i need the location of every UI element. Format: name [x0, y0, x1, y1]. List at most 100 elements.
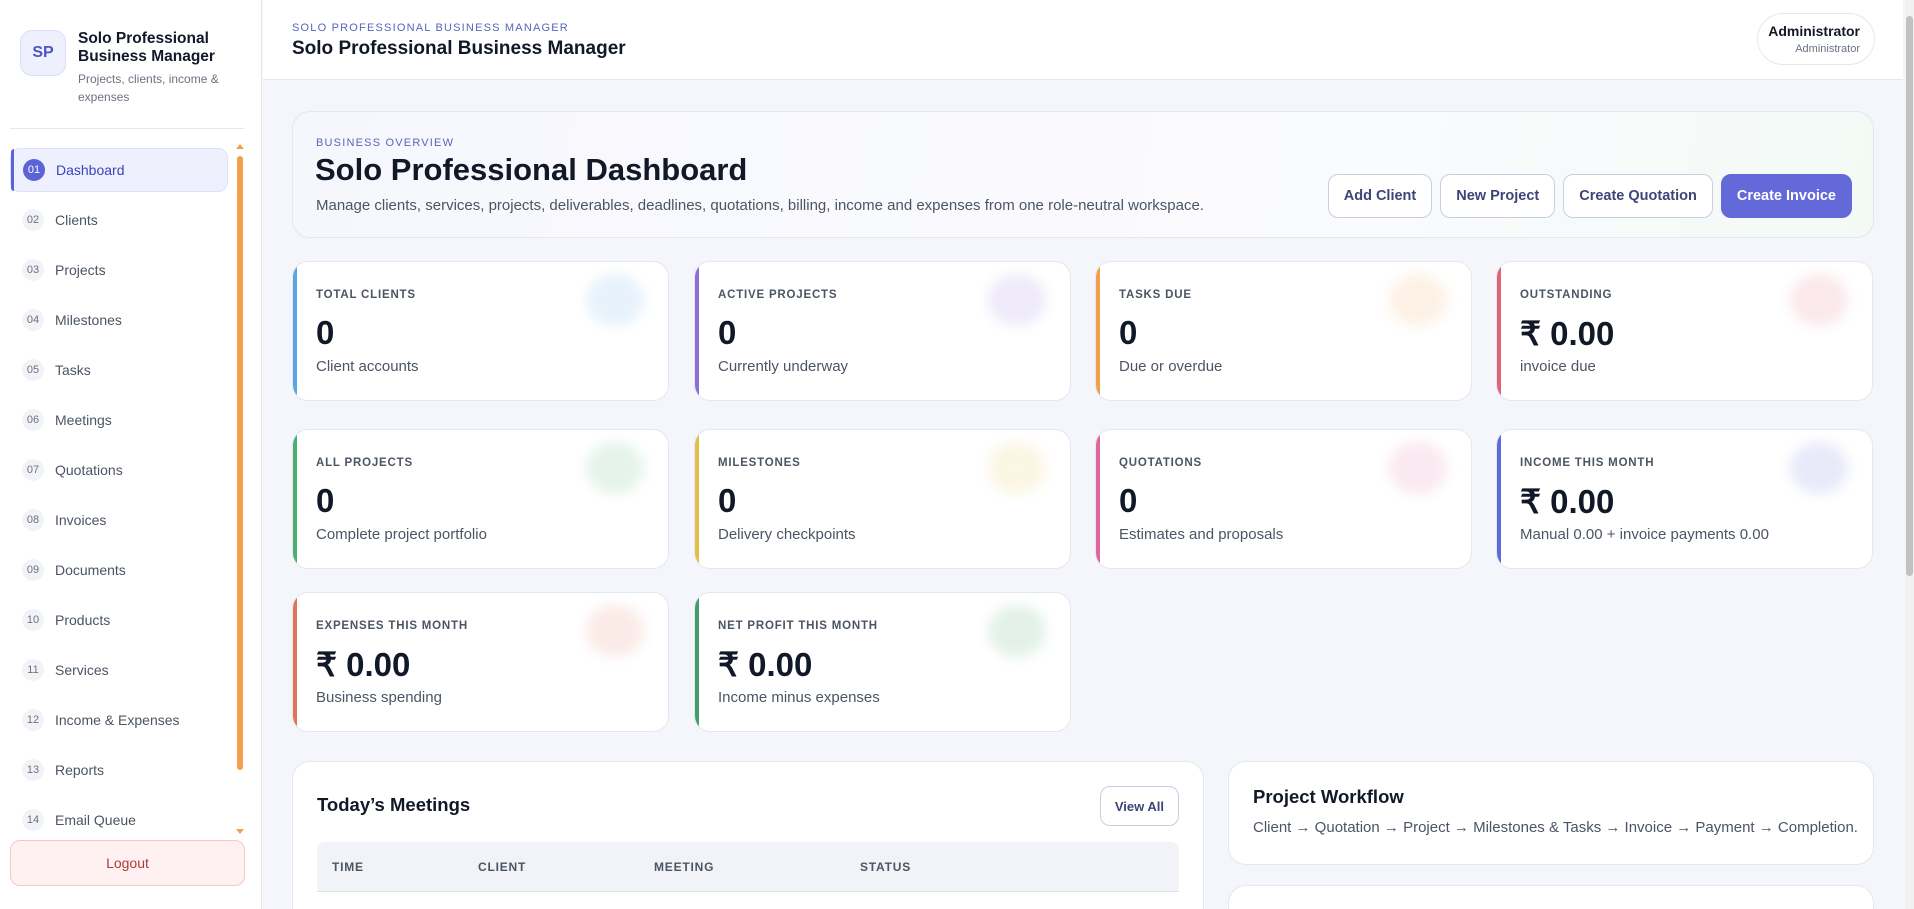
secondary-panel [1228, 885, 1874, 909]
card-accent [1497, 262, 1501, 400]
logout-button[interactable]: Logout [10, 840, 245, 886]
sidebar-scrollbar[interactable] [237, 156, 243, 770]
stat-label: QUOTATIONS [1119, 457, 1202, 469]
sidebar-item-tasks[interactable]: 05 Tasks [10, 348, 228, 392]
card-glow [988, 605, 1046, 657]
stat-caption: Complete project portfolio [316, 526, 487, 543]
stat-value: 0 [1119, 482, 1138, 519]
sidebar-item-label: Dashboard [56, 162, 125, 178]
stat-card-total-clients[interactable]: TOTAL CLIENTS 0 Client accounts [292, 261, 669, 401]
column-header-meeting[interactable]: MEETING [654, 860, 714, 874]
sidebar-item-label: Income & Expenses [55, 712, 180, 728]
stat-card-milestones[interactable]: MILESTONES 0 Delivery checkpoints [694, 429, 1071, 569]
sidebar-scroll-down-arrow[interactable] [236, 829, 244, 834]
stat-card-income-this-month[interactable]: INCOME THIS MONTH ₹ 0.00 Manual 0.00 + inv… [1496, 429, 1873, 569]
meetings-table-header: TIME CLIENT MEETING STATUS [317, 842, 1179, 892]
hero-description: Manage clients, services, projects, deli… [316, 197, 1204, 214]
user-menu[interactable]: Administrator Administrator [1757, 13, 1875, 65]
create-invoice-button[interactable]: Create Invoice [1720, 174, 1852, 218]
sidebar-item-invoices[interactable]: 08 Invoices [10, 498, 228, 542]
card-glow [1790, 442, 1848, 494]
stat-caption: Estimates and proposals [1119, 526, 1284, 543]
card-accent [1096, 430, 1100, 568]
sidebar-item-number: 08 [22, 509, 44, 531]
topbar-title: Solo Professional Business Manager [292, 38, 626, 59]
sidebar-item-number: 05 [22, 359, 44, 381]
stat-caption: Client accounts [316, 358, 419, 375]
stat-label: OUTSTANDING [1520, 289, 1613, 301]
stat-label: EXPENSES THIS MONTH [316, 620, 468, 632]
sidebar-item-products[interactable]: 10 Products [10, 598, 228, 642]
sidebar-item-reports[interactable]: 13 Reports [10, 748, 228, 792]
sidebar-nav: 01 Dashboard 02 Clients 03 Projects 04 Mileston… [10, 148, 228, 848]
column-header-time[interactable]: TIME [332, 860, 364, 874]
sidebar-item-clients[interactable]: 02 Clients [10, 198, 228, 242]
stat-value: 0 [718, 314, 737, 351]
column-header-status[interactable]: STATUS [860, 860, 911, 874]
stat-label: TOTAL CLIENTS [316, 289, 416, 301]
stat-caption: Income minus expenses [718, 689, 880, 706]
main-scrollbar-thumb[interactable] [1906, 16, 1913, 576]
stat-value: ₹ 0.00 [316, 646, 411, 683]
stat-card-all-projects[interactable]: ALL PROJECTS 0 Complete project portfolio [292, 429, 669, 569]
stat-value: ₹ 0.00 [1520, 483, 1615, 520]
stat-label: TASKS DUE [1119, 289, 1192, 301]
topbar-eyebrow: SOLO PROFESSIONAL BUSINESS MANAGER [292, 22, 569, 34]
meetings-title: Today’s Meetings [317, 794, 471, 815]
sidebar-item-label: Meetings [55, 412, 112, 428]
card-glow [988, 442, 1046, 494]
sidebar-item-number: 04 [22, 309, 44, 331]
stat-card-tasks-due[interactable]: TASKS DUE 0 Due or overdue [1095, 261, 1472, 401]
sidebar-item-number: 12 [22, 709, 44, 731]
topbar: SOLO PROFESSIONAL BUSINESS MANAGER Solo … [263, 0, 1903, 80]
stat-label: INCOME THIS MONTH [1520, 457, 1655, 469]
stat-card-outstanding[interactable]: OUTSTANDING ₹ 0.00 invoice due [1496, 261, 1873, 401]
stat-value: ₹ 0.00 [718, 646, 813, 683]
sidebar-scroll-up-arrow[interactable] [236, 144, 244, 149]
card-accent [1096, 262, 1100, 400]
sidebar-item-number: 11 [22, 659, 44, 681]
sidebar-item-milestones[interactable]: 04 Milestones [10, 298, 228, 342]
sidebar-item-quotations[interactable]: 07 Quotations [10, 448, 228, 492]
sidebar-item-label: Products [55, 612, 111, 628]
stat-card-net-profit-this-month[interactable]: NET PROFIT THIS MONTH ₹ 0.00 Income minus … [694, 592, 1071, 732]
new-project-button[interactable]: New Project [1440, 174, 1556, 218]
card-accent [293, 430, 297, 568]
sidebar-item-services[interactable]: 11 Services [10, 648, 228, 692]
stat-caption: Manual 0.00 + invoice payments 0.00 [1520, 526, 1769, 543]
user-name: Administrator [1768, 23, 1860, 39]
stat-caption: Delivery checkpoints [718, 526, 856, 543]
stat-value: 0 [316, 314, 335, 351]
create-quotation-button[interactable]: Create Quotation [1563, 174, 1713, 218]
meetings-panel: Today’s Meetings View All TIME CLIENT ME… [292, 761, 1204, 909]
sidebar-item-number: 10 [22, 609, 44, 631]
sidebar-item-number: 13 [22, 759, 44, 781]
stat-card-active-projects[interactable]: ACTIVE PROJECTS 0 Currently underway [694, 261, 1071, 401]
sidebar-item-income-expenses[interactable]: 12 Income & Expenses [10, 698, 228, 742]
stat-caption: invoice due [1520, 358, 1596, 375]
sidebar-item-label: Reports [55, 762, 105, 778]
stat-card-quotations[interactable]: QUOTATIONS 0 Estimates and proposals [1095, 429, 1472, 569]
sidebar-item-documents[interactable]: 09 Documents [10, 548, 228, 592]
sidebar-item-label: Clients [55, 212, 98, 228]
stat-value: 0 [718, 482, 737, 519]
sidebar-item-number: 01 [23, 159, 45, 181]
sidebar: SP Solo Professional Business Manager Pr… [0, 0, 262, 909]
view-all-meetings-button[interactable]: View All [1099, 786, 1179, 826]
stat-label: ACTIVE PROJECTS [718, 289, 838, 301]
add-client-button[interactable]: Add Client [1327, 174, 1433, 218]
sidebar-item-number: 06 [22, 409, 44, 431]
sidebar-item-projects[interactable]: 03 Projects [10, 248, 228, 292]
sidebar-item-dashboard[interactable]: 01 Dashboard [10, 148, 228, 192]
sidebar-item-meetings[interactable]: 06 Meetings [10, 398, 228, 442]
stat-caption: Due or overdue [1119, 358, 1223, 375]
card-glow [988, 274, 1046, 326]
card-glow [1389, 274, 1447, 326]
sidebar-item-number: 09 [22, 559, 44, 581]
brand-logo: SP [20, 30, 66, 76]
stat-card-expenses-this-month[interactable]: EXPENSES THIS MONTH ₹ 0.00 Business spendi… [292, 592, 669, 732]
sidebar-item-email-queue[interactable]: 14 Email Queue [10, 798, 228, 842]
hero-actions: Add Client New Project Create Quotation … [1327, 174, 1852, 218]
column-header-client[interactable]: CLIENT [478, 860, 526, 874]
stat-caption: Currently underway [718, 358, 849, 375]
